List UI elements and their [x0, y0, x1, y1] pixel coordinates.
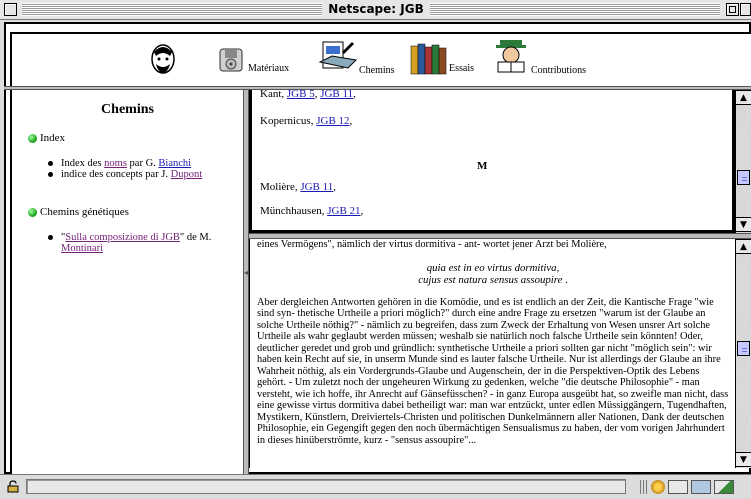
link-noms[interactable]: noms [104, 158, 127, 169]
scroll-up-arrow-icon[interactable]: ▲ [736, 239, 751, 254]
scroll-up-arrow-icon[interactable]: ▲ [736, 90, 751, 105]
list-item-text: par G. [126, 158, 159, 169]
status-message-field [26, 479, 626, 494]
toolbar-label-materiaux: Matériaux [248, 63, 290, 74]
index-link[interactable]: JGB 11 [320, 88, 353, 100]
section-genetique-label: Chemins génétiques [40, 206, 129, 218]
sidebar-frame: Chemins Index Index des noms par G. Bian… [10, 90, 243, 474]
index-link[interactable]: JGB 12 [316, 115, 349, 127]
toolbar-contributions[interactable]: Contributions [494, 38, 586, 78]
genetique-list: "Sulla composizione di JGB" de M. Montin… [48, 232, 243, 254]
text-scrollbar[interactable]: ▲ ▼ [735, 239, 751, 468]
unlocked-padlock-icon[interactable] [6, 480, 20, 493]
index-list: Index des noms par G. Bianchi indice des… [48, 158, 243, 180]
sidebar-title: Chemins [101, 102, 154, 117]
navigation-toolbar: Matériaux Chemins Essais Contributions [10, 32, 751, 86]
index-name: Kopernicus, [260, 115, 317, 127]
quote-line-text: cujus est natura sensus assoupire [418, 273, 563, 286]
index-link[interactable]: JGB 5 [287, 88, 315, 100]
toolbar-label-contributions: Contributions [531, 65, 587, 76]
index-row: Molière, JGB 11, [260, 181, 336, 193]
nietzsche-portrait-icon [151, 44, 175, 74]
index-link[interactable]: JGB 11 [300, 181, 333, 193]
component-grip-icon [640, 480, 648, 494]
quote-line: cujus est natura sensus assoupire . [257, 274, 729, 286]
toolbar-essais[interactable]: Essais [410, 42, 474, 76]
status-bar [0, 474, 751, 499]
index-row: Kopernicus, JGB 12, [260, 115, 352, 127]
text-frame: eines Vermögens", nämlich der virtus dor… [249, 239, 735, 468]
text-first-line: eines Vermögens", nämlich der virtus dor… [257, 239, 607, 250]
link-sulla-composizione[interactable]: Sulla composizione di JGB [65, 232, 180, 243]
latin-quote: quia est in eo virtus dormitiva, cujus e… [257, 262, 729, 286]
toolbar-label-essais: Essais [449, 63, 474, 74]
scroll-down-arrow-icon[interactable]: ▼ [736, 452, 751, 467]
scroll-thumb[interactable] [737, 170, 750, 185]
component-bar [640, 480, 734, 494]
text-paragraph: Aber dergleichen Antworten gehören in di… [257, 296, 729, 446]
link-montinari[interactable]: Montinari [61, 243, 103, 254]
title-stripes [430, 3, 720, 16]
index-trail: , [349, 115, 353, 127]
list-item-text: Index des [61, 158, 105, 169]
section-index: Index [28, 132, 243, 144]
index-row: Münchhausen, JGB 21, [260, 205, 363, 217]
link-dupont[interactable]: Dupont [171, 169, 203, 180]
toolbar-chemins[interactable]: Chemins [318, 38, 395, 78]
index-scrollbar[interactable]: ▲ ▼ [735, 90, 751, 233]
scroll-thumb[interactable] [737, 341, 750, 356]
notebook-writing-icon [318, 41, 358, 69]
green-bullet-icon [28, 133, 37, 143]
section-index-label: Index [40, 132, 66, 144]
title-bar[interactable]: Netscape: JGB [0, 0, 751, 20]
composer-icon[interactable] [714, 480, 734, 494]
index-name: Kant, [260, 88, 287, 100]
zoom-box[interactable] [726, 3, 739, 16]
list-item: indice des concepts par J. Dupont [48, 169, 243, 180]
toolbar-materiaux[interactable]: Matériaux [217, 46, 289, 76]
newsgroups-icon[interactable] [691, 480, 711, 494]
reading-man-icon [496, 40, 526, 73]
toolbar-home[interactable] [148, 42, 178, 78]
index-letter-heading: M [477, 160, 488, 172]
divider-grip: ◂ [244, 268, 249, 277]
index-trail: , [360, 205, 364, 217]
green-bullet-icon [28, 207, 37, 217]
index-name: Münchhausen, [260, 205, 328, 217]
list-item: "Sulla composizione di JGB" de M. Montin… [48, 232, 243, 254]
toolbar-label-chemins: Chemins [359, 65, 395, 76]
index-trail: , [333, 181, 336, 193]
window-title: Netscape: JGB [322, 2, 430, 16]
index-link[interactable]: JGB 21 [327, 205, 360, 217]
section-genetique: Chemins génétiques [28, 206, 243, 218]
scroll-down-arrow-icon[interactable]: ▼ [736, 217, 751, 232]
index-trail: , [353, 88, 356, 100]
quote-line: quia est in eo virtus dormitiva, [426, 261, 560, 274]
title-stripes [22, 3, 322, 16]
index-row: Kant, JGB 5, JGB 11, [260, 88, 356, 100]
floppy-disk-icon [219, 48, 243, 72]
close-box[interactable] [4, 3, 17, 16]
quote-tail: . [562, 273, 568, 286]
index-frame: Kant, JGB 5, JGB 11, Kopernicus, JGB 12,… [249, 88, 735, 233]
collapse-box[interactable] [740, 3, 751, 16]
books-icon [410, 43, 447, 75]
list-item: Index des noms par G. Bianchi [48, 158, 243, 169]
mail-icon[interactable] [668, 480, 688, 494]
navigator-icon[interactable] [651, 480, 665, 494]
list-item-text: indice des concepts par J. [61, 169, 171, 180]
scroll-track[interactable] [736, 105, 751, 218]
index-name: Molière, [260, 181, 301, 193]
list-item-text: " de M. [179, 232, 212, 243]
link-bianchi[interactable]: Bianchi [158, 158, 191, 169]
